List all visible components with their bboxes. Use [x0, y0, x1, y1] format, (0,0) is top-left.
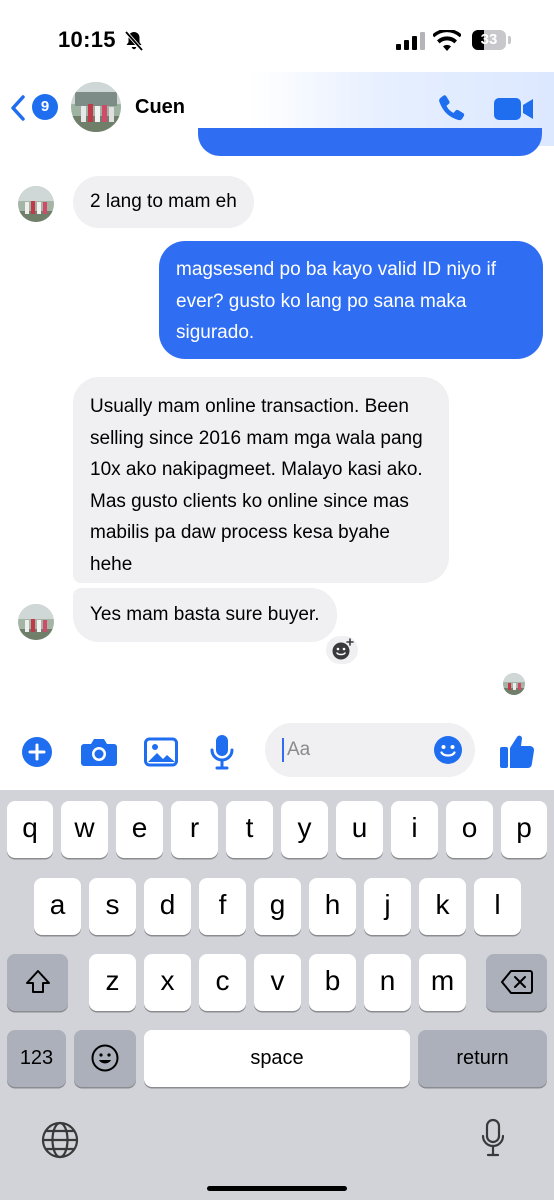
camera-icon[interactable]: [80, 736, 118, 768]
key-o[interactable]: o: [446, 801, 493, 858]
chevron-left-icon: [11, 95, 25, 121]
key-j[interactable]: j: [364, 878, 411, 935]
key-s[interactable]: s: [89, 878, 136, 935]
add-reaction-icon: [332, 638, 354, 660]
previous-outgoing-bubble: [198, 128, 542, 156]
key-m[interactable]: m: [419, 954, 466, 1011]
key-n[interactable]: n: [364, 954, 411, 1011]
signal-icon: [396, 32, 425, 50]
status-time: 10:15: [58, 27, 116, 52]
read-receipt-avatar: [503, 673, 525, 695]
status-bar: 10:15 33: [0, 0, 554, 80]
add-reaction-button[interactable]: [324, 634, 360, 666]
key-k[interactable]: k: [419, 878, 466, 935]
key-w[interactable]: w: [61, 801, 108, 858]
incoming-message[interactable]: Yes mam basta sure buyer.: [73, 588, 337, 642]
space-key[interactable]: space: [144, 1030, 410, 1087]
key-y[interactable]: y: [281, 801, 328, 858]
key-g[interactable]: g: [254, 878, 301, 935]
dictation-mic-icon[interactable]: [480, 1118, 506, 1158]
plus-icon[interactable]: [21, 736, 53, 768]
unread-count-badge: 9: [32, 94, 58, 120]
sender-avatar[interactable]: [18, 604, 54, 640]
key-u[interactable]: u: [336, 801, 383, 858]
numbers-key[interactable]: 123: [7, 1030, 66, 1087]
wifi-icon: [433, 30, 461, 51]
photo-icon[interactable]: [144, 736, 178, 768]
outgoing-message[interactable]: magsesend po ba kayo valid ID niyo if ev…: [159, 241, 543, 359]
bell-slash-icon: [124, 30, 144, 52]
message-input[interactable]: [287, 735, 427, 765]
key-h[interactable]: h: [309, 878, 356, 935]
shift-icon: [25, 970, 50, 993]
microphone-icon[interactable]: [209, 733, 235, 771]
composer-toolbar: [0, 715, 554, 790]
video-camera-icon[interactable]: [493, 94, 535, 124]
key-l[interactable]: l: [474, 878, 521, 935]
key-a[interactable]: a: [34, 878, 81, 935]
return-key[interactable]: return: [418, 1030, 547, 1087]
key-v[interactable]: v: [254, 954, 301, 1011]
thumbs-up-icon[interactable]: [499, 732, 535, 770]
key-i[interactable]: i: [391, 801, 438, 858]
key-f[interactable]: f: [199, 878, 246, 935]
key-e[interactable]: e: [116, 801, 163, 858]
sender-avatar[interactable]: [18, 186, 54, 222]
back-button[interactable]: 9: [10, 92, 60, 122]
battery-icon: 33: [472, 30, 512, 50]
home-indicator[interactable]: [207, 1186, 347, 1191]
text-caret: [282, 738, 284, 762]
key-x[interactable]: x: [144, 954, 191, 1011]
globe-icon[interactable]: [40, 1120, 80, 1160]
emoji-keyboard-key[interactable]: [74, 1030, 136, 1087]
key-d[interactable]: d: [144, 878, 191, 935]
key-r[interactable]: r: [171, 801, 218, 858]
on-screen-keyboard: q w e r t y u i o p a s d f g h j k l z …: [0, 790, 554, 1200]
battery-level: 33: [480, 31, 498, 48]
emoji-icon[interactable]: [433, 735, 463, 765]
phone-icon[interactable]: [434, 92, 468, 126]
backspace-icon: [500, 970, 533, 994]
message-input-field[interactable]: [265, 723, 475, 777]
key-q[interactable]: q: [7, 801, 53, 858]
contact-name[interactable]: Cuen: [135, 96, 185, 119]
key-p[interactable]: p: [501, 801, 547, 858]
key-z[interactable]: z: [89, 954, 136, 1011]
contact-avatar[interactable]: [71, 82, 121, 132]
shift-key[interactable]: [7, 954, 68, 1011]
incoming-message[interactable]: Usually mam online transaction. Been sel…: [73, 377, 449, 583]
key-b[interactable]: b: [309, 954, 356, 1011]
incoming-message[interactable]: 2 lang to mam eh: [73, 176, 254, 228]
emoji-keyboard-icon: [91, 1044, 119, 1072]
key-t[interactable]: t: [226, 801, 273, 858]
backspace-key[interactable]: [486, 954, 547, 1011]
key-c[interactable]: c: [199, 954, 246, 1011]
